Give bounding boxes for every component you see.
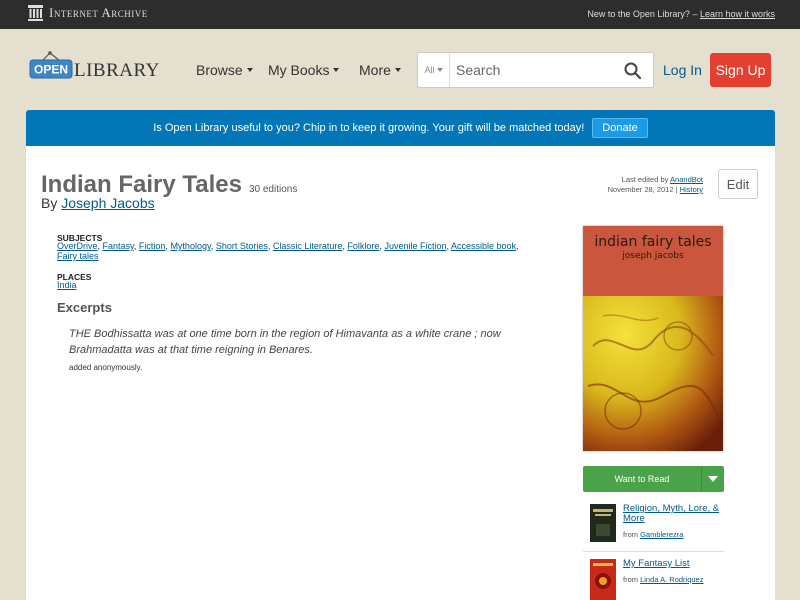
logo-open-text: OPEN xyxy=(34,63,68,77)
work-content: Indian Fairy Tales 30 editions By Joseph… xyxy=(26,146,775,600)
want-to-read-button: Want to Read xyxy=(583,466,724,492)
want-to-read-label[interactable]: Want to Read xyxy=(583,466,701,492)
last-edited-user-link[interactable]: AnandBot xyxy=(670,175,703,184)
last-edited-date: November 28, 2012 xyxy=(607,185,674,194)
subjects-list: OverDrive, Fantasy, Fiction, Mythology, … xyxy=(57,241,519,261)
learn-how-link[interactable]: Learn how it works xyxy=(700,9,775,19)
nav-my-books[interactable]: My Books xyxy=(268,62,340,78)
editions-count: 30 editions xyxy=(248,184,298,195)
nav-browse[interactable]: Browse xyxy=(196,62,253,78)
chevron-down-icon xyxy=(394,68,401,72)
list-owner-link[interactable]: Gamblerezra xyxy=(640,530,683,539)
archive-building-icon xyxy=(28,5,43,21)
list-title-link[interactable]: Religion, Myth, Lore, & More xyxy=(623,504,723,524)
chevron-down-icon xyxy=(246,68,253,72)
list-owner-link[interactable]: Linda A. Rodriquez xyxy=(640,575,703,584)
search-input[interactable] xyxy=(452,53,612,87)
search-bar: All xyxy=(417,52,654,88)
excerpt-attribution: added anonymously. xyxy=(69,363,143,372)
excerpts-heading: Excerpts xyxy=(57,300,112,315)
author-link[interactable]: Joseph Jacobs xyxy=(61,195,154,211)
search-scope-label: All xyxy=(424,65,435,75)
places-list: India xyxy=(57,280,77,290)
subject-link[interactable]: Classic Literature xyxy=(273,241,343,251)
list-divider xyxy=(583,551,724,552)
last-edited-info: Last edited by AnandBot November 28, 201… xyxy=(607,175,703,194)
excerpt-text: THE Bodhissatta was at one time born in … xyxy=(69,328,501,356)
last-edited-label: Last edited by xyxy=(621,175,669,184)
list-from-label: from xyxy=(623,530,638,539)
open-library-logo[interactable]: OPEN LIBRARY xyxy=(28,49,168,89)
author-byline: By Joseph Jacobs xyxy=(41,195,155,211)
list-owner: from Linda A. Rodriquez xyxy=(623,575,703,584)
subject-link[interactable]: Mythology xyxy=(170,241,210,251)
login-link[interactable]: Log In xyxy=(663,62,702,78)
edit-button[interactable]: Edit xyxy=(718,169,758,199)
history-link[interactable]: History xyxy=(680,185,703,194)
logo-library-text: LIBRARY xyxy=(74,60,160,81)
list-cover-thumbnail xyxy=(590,559,616,600)
new-user-text: New to the Open Library? xyxy=(587,9,690,19)
open-library-logo-graphic: OPEN LIBRARY xyxy=(29,51,160,81)
list-from-label: from xyxy=(623,575,638,584)
subject-link[interactable]: OverDrive xyxy=(57,241,98,251)
donation-banner: Is Open Library useful to you? Chip in t… xyxy=(26,110,775,146)
nav-browse-label: Browse xyxy=(196,62,243,78)
ia-new-user-prompt: New to the Open Library? – Learn how it … xyxy=(587,9,775,19)
donate-button[interactable]: Donate xyxy=(592,118,648,138)
subject-link[interactable]: Short Stories xyxy=(216,241,268,251)
internet-archive-logo[interactable]: Internet Archive xyxy=(28,5,148,21)
subject-link[interactable]: Fantasy xyxy=(103,241,134,251)
list-owner: from Gamblerezra xyxy=(623,530,683,539)
subject-link[interactable]: Fiction xyxy=(139,241,166,251)
place-link[interactable]: India xyxy=(57,280,77,290)
chevron-down-icon xyxy=(436,68,443,72)
chevron-down-icon xyxy=(708,476,718,482)
subject-link[interactable]: Folklore xyxy=(347,241,379,251)
cover-title: indian fairy tales xyxy=(594,234,712,250)
book-cover[interactable]: indian fairy tales joseph jacobs xyxy=(583,226,723,451)
subject-link[interactable]: Juvenile Fiction xyxy=(384,241,446,251)
internet-archive-logo-text: Internet Archive xyxy=(49,5,148,20)
subject-link[interactable]: Fairy tales xyxy=(57,251,99,261)
internet-archive-bar: Internet Archive New to the Open Library… xyxy=(0,0,800,29)
reading-log-dropdown[interactable] xyxy=(701,466,724,492)
search-scope-select[interactable]: All xyxy=(418,53,450,87)
subject-link[interactable]: Accessible book xyxy=(451,241,516,251)
signup-button[interactable]: Sign Up xyxy=(710,53,771,87)
chevron-down-icon xyxy=(333,68,340,72)
by-label: By xyxy=(41,195,58,211)
nav-my-books-label: My Books xyxy=(268,62,330,78)
donation-message: Is Open Library useful to you? Chip in t… xyxy=(153,122,585,134)
nav-more-label: More xyxy=(359,62,391,78)
search-icon[interactable] xyxy=(624,62,641,79)
list-title-link[interactable]: My Fantasy List xyxy=(623,559,723,569)
nav-more[interactable]: More xyxy=(359,62,401,78)
cover-author: joseph jacobs xyxy=(622,251,684,261)
site-header: OPEN LIBRARY Browse My Books More All Lo… xyxy=(0,29,800,109)
list-cover-thumbnail xyxy=(590,504,616,542)
